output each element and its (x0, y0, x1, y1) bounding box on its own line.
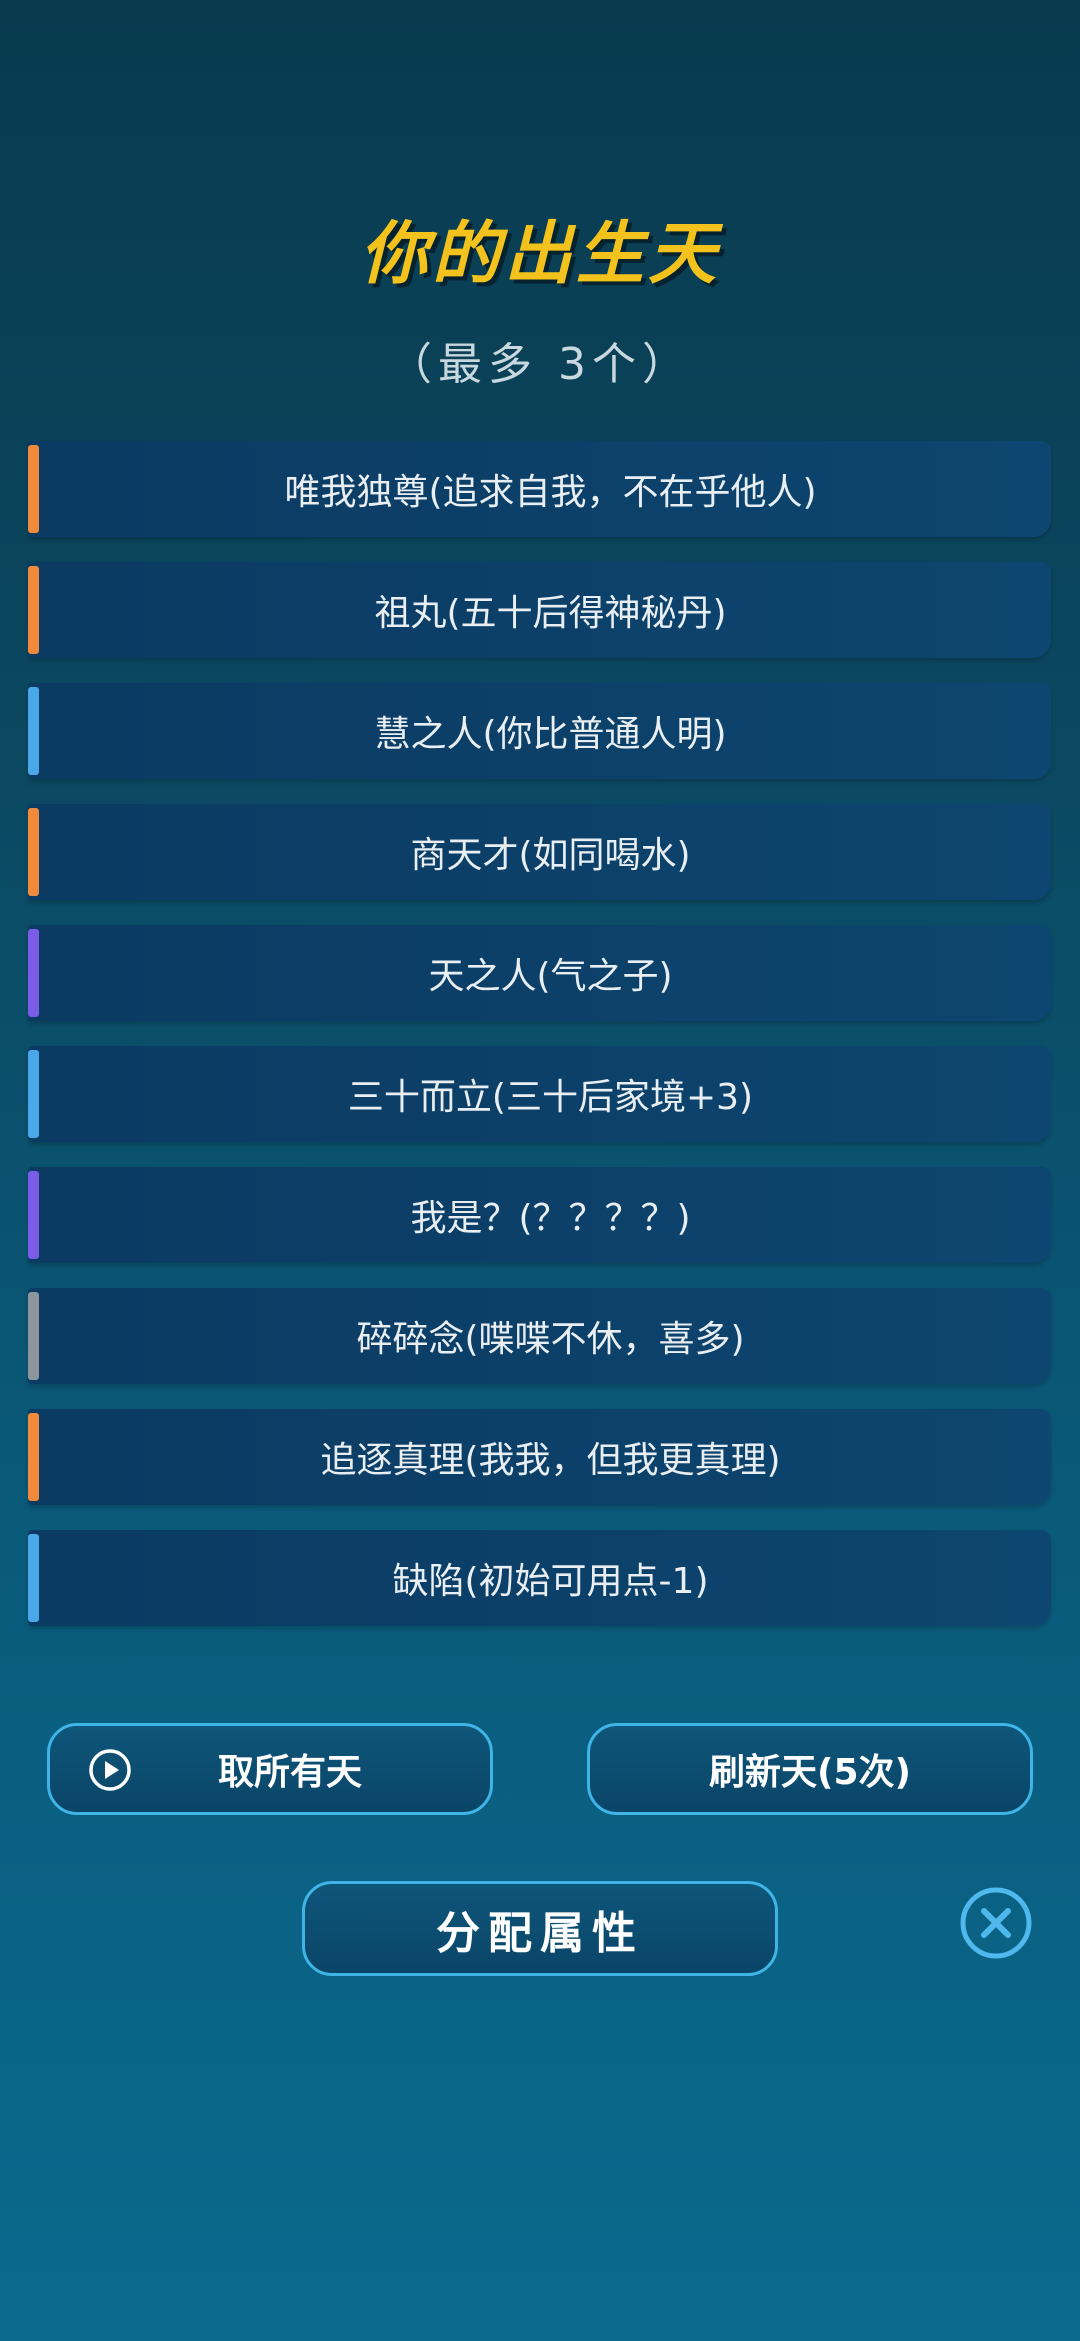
rarity-bar (28, 566, 39, 654)
talent-label: 祖丸(五十后得神秘丹) (374, 593, 727, 634)
rarity-bar (28, 929, 39, 1017)
talent-label: 缺陷(初始可用点-1) (392, 1561, 709, 1602)
rarity-bar (28, 1413, 39, 1501)
talent-label: 碎碎念(喋喋不休，喜多) (356, 1319, 745, 1360)
talent-label: 唯我独尊(追求自我，不在乎他人) (284, 472, 817, 513)
talent-item[interactable]: 唯我独尊(追求自我，不在乎他人) (28, 441, 1051, 537)
refresh-label: 刷新天(5次) (709, 1752, 911, 1793)
talent-item[interactable]: 慧之人(你比普通人明) (28, 683, 1051, 779)
talent-label: 慧之人(你比普通人明) (374, 714, 727, 755)
talent-label: 追逐真理(我我，但我更真理) (320, 1440, 781, 1481)
talent-item[interactable]: 祖丸(五十后得神秘丹) (28, 562, 1051, 658)
max-selection-hint: （最多 3个） (388, 339, 692, 390)
take-all-button[interactable]: 取所有天 (47, 1723, 493, 1815)
page-title: 你的出生天 (359, 215, 720, 294)
play-circle-icon (89, 1749, 131, 1791)
rarity-bar (28, 1292, 39, 1380)
talent-label: 我是？(？？？？) (410, 1198, 691, 1239)
rarity-bar (28, 1171, 39, 1259)
close-circle-icon[interactable] (958, 1885, 1034, 1961)
assign-attributes-label: 分配属性 (436, 1907, 644, 1959)
talent-list: 唯我独尊(追求自我，不在乎他人) 祖丸(五十后得神秘丹) 慧之人(你比普通人明)… (28, 441, 1051, 1651)
talent-item[interactable]: 三十而立(三十后家境+3) (28, 1046, 1051, 1142)
talent-label: 三十而立(三十后家境+3) (347, 1077, 754, 1118)
rarity-bar (28, 1050, 39, 1138)
talent-item[interactable]: 缺陷(初始可用点-1) (28, 1530, 1051, 1626)
rarity-bar (28, 445, 39, 533)
assign-attributes-button[interactable]: 分配属性 (302, 1881, 778, 1976)
talent-item[interactable]: 天之人(气之子) (28, 925, 1051, 1021)
talent-item[interactable]: 追逐真理(我我，但我更真理) (28, 1409, 1051, 1505)
refresh-button[interactable]: 刷新天(5次) (587, 1723, 1033, 1815)
take-all-label: 取所有天 (217, 1752, 362, 1793)
talent-label: 天之人(气之子) (428, 956, 673, 997)
talent-item[interactable]: 碎碎念(喋喋不休，喜多) (28, 1288, 1051, 1384)
talent-item[interactable]: 商天才(如同喝水) (28, 804, 1051, 900)
rarity-bar (28, 808, 39, 896)
rarity-bar (28, 687, 39, 775)
talent-item[interactable]: 我是？(？？？？) (28, 1167, 1051, 1263)
rarity-bar (28, 1534, 39, 1622)
talent-label: 商天才(如同喝水) (410, 835, 691, 876)
